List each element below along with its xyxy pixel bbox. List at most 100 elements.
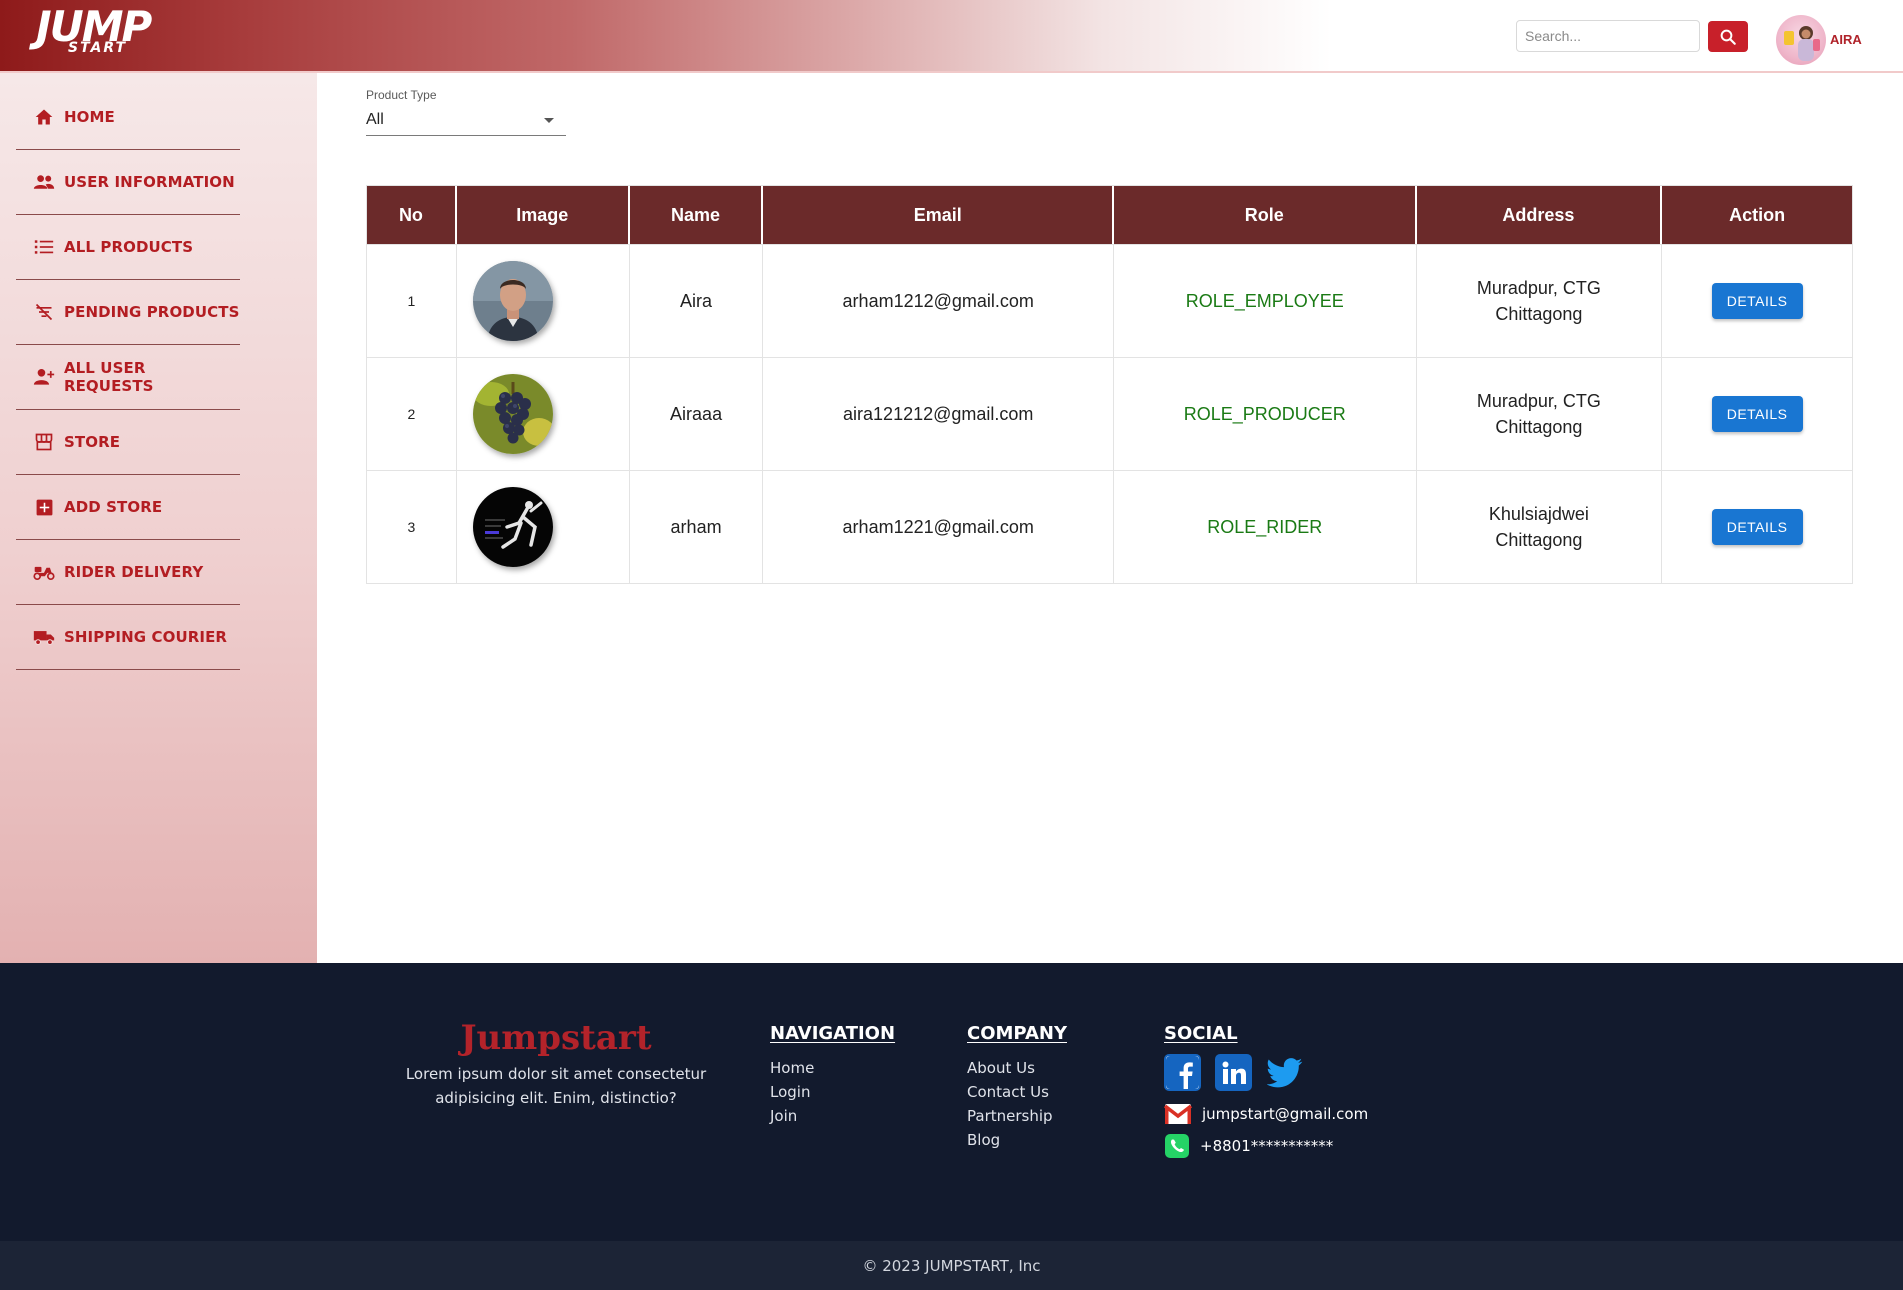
footer-link-partnership[interactable]: Partnership bbox=[967, 1104, 1067, 1128]
copyright-bar: © 2023 JUMPSTART, Inc bbox=[0, 1241, 1903, 1290]
role-text: ROLE_RIDER bbox=[1207, 516, 1323, 537]
sidebar-item-all-products[interactable]: ALL PRODUCTS bbox=[16, 215, 240, 280]
column-header-email[interactable]: Email bbox=[763, 186, 1114, 244]
footer-company-title: COMPANY bbox=[967, 1023, 1067, 1044]
home-icon bbox=[32, 106, 56, 128]
cell-email: aira121212@gmail.com bbox=[763, 358, 1114, 470]
footer-link-login[interactable]: Login bbox=[770, 1080, 895, 1104]
footer-email-text: jumpstart@gmail.com bbox=[1202, 1105, 1369, 1123]
sidebar-item-label: HOME bbox=[64, 108, 115, 126]
sidebar-item-store[interactable]: STORE bbox=[16, 410, 240, 475]
filter-off-icon bbox=[32, 301, 56, 323]
table-row: 1 Aira arham1212@gmail.com ROLE_EMPLOYEE… bbox=[367, 244, 1852, 357]
search-input[interactable] bbox=[1516, 20, 1700, 52]
cell-no: 2 bbox=[367, 358, 457, 470]
footer-link-about-us[interactable]: About Us bbox=[967, 1056, 1067, 1080]
truck-icon bbox=[32, 626, 56, 648]
cell-no: 1 bbox=[367, 245, 457, 357]
sidebar-item-rider-delivery[interactable]: RIDER DELIVERY bbox=[16, 540, 240, 605]
footer-company: COMPANY About Us Contact Us Partnership … bbox=[967, 1023, 1067, 1152]
user-photo[interactable] bbox=[472, 374, 553, 454]
footer-navigation: NAVIGATION Home Login Join bbox=[770, 1023, 895, 1128]
sidebar-item-user-information[interactable]: USER INFORMATION bbox=[16, 150, 240, 215]
sidebar-item-label: ADD STORE bbox=[64, 498, 163, 516]
sidebar: HOME USER INFORMATION ALL PRODUCTS PENDI… bbox=[0, 73, 317, 963]
copyright-text: © 2023 JUMPSTART, Inc bbox=[862, 1256, 1041, 1275]
address-line-2: Chittagong bbox=[1495, 304, 1583, 324]
product-type-label: Product Type bbox=[366, 88, 437, 102]
cell-role: ROLE_EMPLOYEE bbox=[1114, 245, 1417, 357]
cell-image bbox=[457, 245, 630, 357]
column-header-role[interactable]: Role bbox=[1114, 186, 1417, 244]
whatsapp-phone-icon bbox=[1165, 1134, 1189, 1158]
users-icon bbox=[32, 171, 56, 193]
cell-action: DETAILS bbox=[1662, 245, 1852, 357]
sidebar-item-label: STORE bbox=[64, 433, 121, 451]
sidebar-item-pending-products[interactable]: PENDING PRODUCTS bbox=[16, 280, 240, 345]
footer-link-contact-us[interactable]: Contact Us bbox=[967, 1080, 1067, 1104]
footer-social: SOCIAL jumpstart@gmail.com +8801********… bbox=[1164, 1023, 1368, 1159]
cell-address: Muradpur, CTG Chittagong bbox=[1417, 358, 1663, 470]
footer-link-home[interactable]: Home bbox=[770, 1056, 895, 1080]
sidebar-item-label: RIDER DELIVERY bbox=[64, 563, 204, 581]
person-add-icon bbox=[32, 366, 56, 388]
sidebar-item-home[interactable]: HOME bbox=[16, 85, 240, 150]
role-text: ROLE_PRODUCER bbox=[1183, 403, 1346, 424]
sidebar-item-label: PENDING PRODUCTS bbox=[64, 303, 240, 321]
address-line-1: Muradpur, CTG bbox=[1476, 278, 1601, 298]
cell-email: arham1221@gmail.com bbox=[763, 471, 1114, 583]
column-header-action[interactable]: Action bbox=[1662, 186, 1852, 244]
column-header-image[interactable]: Image bbox=[457, 186, 630, 244]
details-button[interactable]: DETAILS bbox=[1711, 283, 1803, 319]
sidebar-item-shipping-courier[interactable]: SHIPPING COURIER bbox=[16, 605, 240, 670]
sidebar-item-all-user-requests[interactable]: ALL USER REQUESTS bbox=[16, 345, 240, 410]
footer-social-title: SOCIAL bbox=[1164, 1023, 1238, 1044]
address-line-1: Muradpur, CTG bbox=[1476, 391, 1601, 411]
cell-image bbox=[457, 358, 630, 470]
footer-email[interactable]: jumpstart@gmail.com bbox=[1164, 1103, 1368, 1125]
footer: Jumpstart Lorem ipsum dolor sit amet con… bbox=[0, 963, 1903, 1241]
address-line-1: Khulsiajdwei bbox=[1488, 504, 1589, 524]
avatar[interactable] bbox=[1776, 15, 1826, 65]
footer-phone[interactable]: +8801*********** bbox=[1164, 1133, 1368, 1159]
sidebar-item-label: ALL PRODUCTS bbox=[64, 238, 194, 256]
twitter-icon[interactable] bbox=[1266, 1054, 1303, 1091]
footer-brand-title[interactable]: Jumpstart bbox=[380, 1018, 732, 1058]
search-button[interactable] bbox=[1708, 21, 1748, 52]
details-button[interactable]: DETAILS bbox=[1711, 509, 1803, 545]
role-text: ROLE_EMPLOYEE bbox=[1185, 290, 1344, 311]
details-button[interactable]: DETAILS bbox=[1711, 396, 1803, 432]
jumpstart-logo[interactable]: JUMP START bbox=[30, 2, 160, 64]
footer-link-blog[interactable]: Blog bbox=[967, 1128, 1067, 1152]
column-header-address[interactable]: Address bbox=[1417, 186, 1663, 244]
column-header-name[interactable]: Name bbox=[630, 186, 764, 244]
cell-no: 3 bbox=[367, 471, 457, 583]
cell-action: DETAILS bbox=[1662, 358, 1852, 470]
user-photo[interactable] bbox=[472, 487, 553, 567]
column-header-no[interactable]: No bbox=[367, 186, 457, 244]
user-name[interactable]: AIRA bbox=[1830, 32, 1862, 47]
add-box-icon bbox=[32, 496, 56, 518]
product-type-value: All bbox=[366, 111, 384, 128]
user-photo[interactable] bbox=[472, 261, 553, 341]
linkedin-icon[interactable] bbox=[1215, 1054, 1252, 1091]
facebook-icon[interactable] bbox=[1164, 1054, 1201, 1091]
cell-role: ROLE_PRODUCER bbox=[1114, 358, 1417, 470]
address-line-2: Chittagong bbox=[1495, 417, 1583, 437]
cell-name: Aira bbox=[630, 245, 764, 357]
product-type-select[interactable]: All bbox=[366, 106, 566, 136]
users-table: No Image Name Email Role Address Action … bbox=[366, 185, 1853, 584]
sidebar-item-add-store[interactable]: ADD STORE bbox=[16, 475, 240, 540]
table-header: No Image Name Email Role Address Action bbox=[367, 186, 1852, 244]
list-icon bbox=[32, 236, 56, 258]
table-row: 2 Airaaa aira121212@gmail.com ROLE_PRODU… bbox=[367, 357, 1852, 470]
footer-link-join[interactable]: Join bbox=[770, 1104, 895, 1128]
chevron-down-icon bbox=[544, 118, 554, 123]
footer-tagline: Lorem ipsum dolor sit amet consectetur a… bbox=[405, 1065, 707, 1107]
footer-phone-text: +8801*********** bbox=[1200, 1137, 1334, 1155]
cell-address: Muradpur, CTG Chittagong bbox=[1417, 245, 1663, 357]
sidebar-item-label: USER INFORMATION bbox=[64, 173, 235, 191]
sidebar-item-label: ALL USER REQUESTS bbox=[63, 359, 154, 395]
table-row: 3 arham arham1221@gmail.com ROLE_RIDER K… bbox=[367, 470, 1852, 583]
cell-role: ROLE_RIDER bbox=[1114, 471, 1417, 583]
